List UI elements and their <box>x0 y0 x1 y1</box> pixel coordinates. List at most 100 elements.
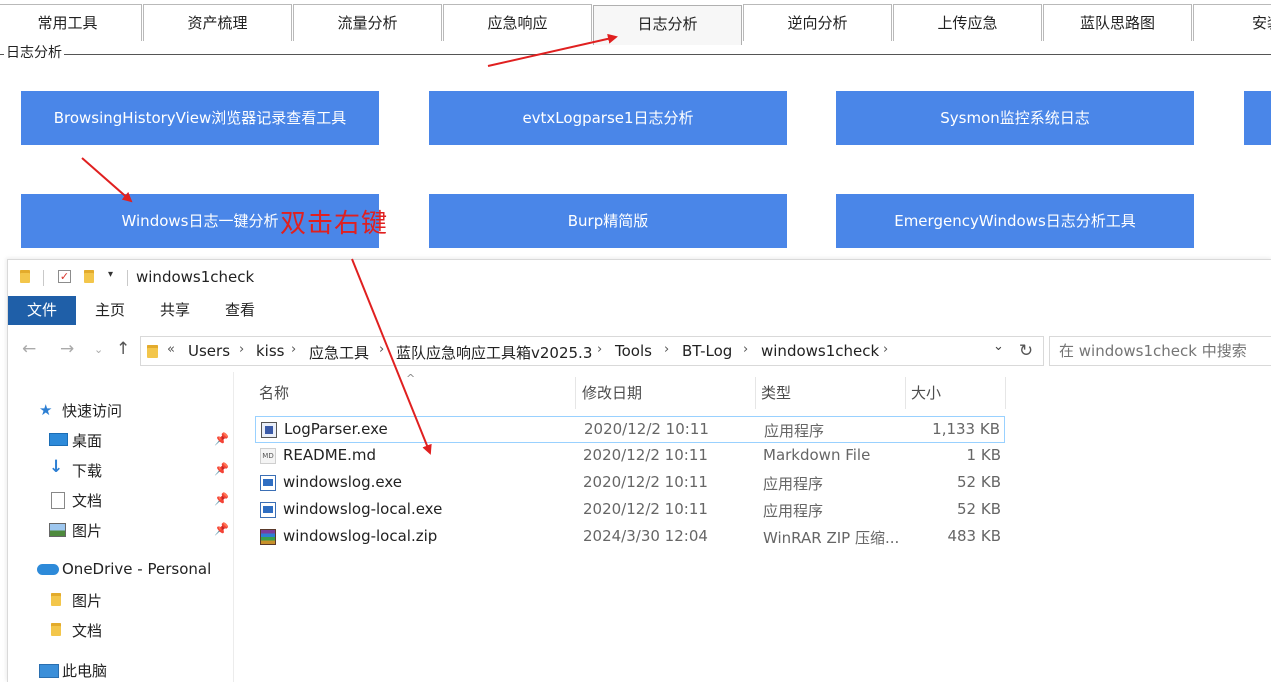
window-title: windows1check <box>136 268 255 286</box>
exe-icon <box>260 475 276 491</box>
address-dropdown-icon[interactable]: ⌄ <box>993 339 1004 354</box>
ribbon-tab-view[interactable]: 查看 <box>222 296 258 325</box>
pin-icon[interactable]: 📌 <box>214 522 229 536</box>
column-header-size[interactable]: 大小 <box>907 377 1006 409</box>
file-size: 483 KB <box>947 527 1001 545</box>
back-arrow-icon[interactable]: ← <box>22 339 36 359</box>
tab-upload-emergency[interactable]: 上传应急 <box>893 4 1042 41</box>
folder-icon <box>51 593 61 606</box>
file-row[interactable]: LogParser.exe 2020/12/2 10:11 应用程序 1,133… <box>255 416 1005 443</box>
file-date: 2020/12/2 10:11 <box>584 420 709 438</box>
breadcrumb-toolbox[interactable]: 蓝队应急响应工具箱v2025.3 <box>396 342 592 363</box>
file-row[interactable]: windowslog-local.zip 2024/3/30 12:04 Win… <box>255 524 1005 551</box>
file-type: 应用程序 <box>763 502 824 520</box>
breadcrumb-users[interactable]: Users <box>188 342 230 360</box>
tab-reverse-analysis[interactable]: 逆向分析 <box>743 4 892 41</box>
computer-icon <box>39 664 59 678</box>
refresh-icon[interactable]: ↻ <box>1014 336 1038 366</box>
ribbon-tab-home[interactable]: 主页 <box>92 296 128 325</box>
tab-install[interactable]: 安装 <box>1193 4 1271 41</box>
nav-quick-access[interactable]: 快速访问 <box>62 400 122 421</box>
customize-quick-access-icon[interactable]: ▾ <box>108 269 113 280</box>
breadcrumb-kiss[interactable]: kiss <box>256 342 284 360</box>
browsinghistoryview-button[interactable]: BrowsingHistoryView浏览器记录查看工具 <box>21 91 379 145</box>
pictures-icon <box>49 523 66 537</box>
nav-onedrive[interactable]: OneDrive - Personal <box>62 560 211 578</box>
properties-icon[interactable]: ✓ <box>58 270 71 283</box>
file-type: 应用程序 <box>764 422 825 440</box>
breadcrumb-separator-icon[interactable]: › <box>291 342 296 357</box>
sysmon-button[interactable]: Sysmon监控系统日志 <box>836 91 1194 145</box>
tab-asset-inventory[interactable]: 资产梳理 <box>143 4 292 41</box>
file-size: 52 KB <box>957 500 1001 518</box>
tab-traffic-analysis[interactable]: 流量分析 <box>293 4 442 41</box>
tab-common-tools[interactable]: 常用工具 <box>0 4 142 41</box>
tool-button-clipped[interactable] <box>1244 91 1271 145</box>
file-type: Markdown File <box>763 446 871 464</box>
address-row: ← → ⌄ ↑ « Users › kiss › 应急工具 › 蓝队应急响应工具… <box>8 334 1271 368</box>
file-date: 2020/12/2 10:11 <box>583 473 708 491</box>
emergencywindows-button[interactable]: EmergencyWindows日志分析工具 <box>836 194 1194 248</box>
nav-documents[interactable]: 文档 <box>72 490 102 511</box>
overflow-chevron-icon[interactable]: « <box>167 342 175 357</box>
toolbar-separator <box>127 270 128 286</box>
breadcrumb-separator-icon[interactable]: › <box>379 342 384 357</box>
ribbon-tab-file[interactable]: 文件 <box>8 296 76 325</box>
breadcrumb-tools[interactable]: Tools <box>615 342 652 360</box>
column-header-name[interactable]: 名称 <box>255 377 576 409</box>
file-size: 1 KB <box>966 446 1001 464</box>
desktop-icon <box>49 433 68 446</box>
exe-icon <box>260 502 276 518</box>
breadcrumb-separator-icon[interactable]: › <box>597 342 602 357</box>
file-row[interactable]: MD README.md 2020/12/2 10:11 Markdown Fi… <box>255 443 1005 470</box>
folder-icon <box>20 270 30 283</box>
evtxlogparse-button[interactable]: evtxLogparse1日志分析 <box>429 91 787 145</box>
pin-icon[interactable]: 📌 <box>214 492 229 506</box>
address-bar[interactable]: « Users › kiss › 应急工具 › 蓝队应急响应工具箱v2025.3… <box>140 336 1044 366</box>
file-row[interactable]: windowslog.exe 2020/12/2 10:11 应用程序 52 K… <box>255 470 1005 497</box>
tool-tabbar: 常用工具 资产梳理 流量分析 应急响应 日志分析 逆向分析 上传应急 蓝队思路图… <box>0 4 1271 45</box>
new-folder-icon[interactable] <box>84 270 94 283</box>
breadcrumb-separator-icon[interactable]: › <box>664 342 669 357</box>
file-list: ^ 名称 修改日期 类型 大小 LogParser.exe 2020/12/2 … <box>234 372 1271 682</box>
file-explorer-window: ✓ ▾ windows1check 文件 主页 共享 查看 ← → ⌄ ↑ « … <box>7 259 1271 682</box>
burp-lite-button[interactable]: Burp精简版 <box>429 194 787 248</box>
nav-desktop[interactable]: 桌面 <box>72 430 102 451</box>
tab-emergency-response[interactable]: 应急响应 <box>443 4 592 41</box>
breadcrumb-separator-icon[interactable]: › <box>239 342 244 357</box>
search-input[interactable] <box>1049 336 1271 366</box>
file-name: windowslog.exe <box>283 473 402 491</box>
tab-log-analysis[interactable]: 日志分析 <box>593 5 742 45</box>
breadcrumb-emergency-tools[interactable]: 应急工具 <box>309 342 369 363</box>
navigation-pane: ★ 快速访问 桌面 📌 ↓ 下载 📌 文档 📌 图片 📌 OneDrive - … <box>8 372 234 682</box>
nav-this-pc[interactable]: 此电脑 <box>62 660 107 681</box>
breadcrumb-bt-log[interactable]: BT-Log <box>682 342 732 360</box>
ribbon-tab-share[interactable]: 共享 <box>157 296 193 325</box>
title-bar: ✓ ▾ windows1check <box>8 260 1271 296</box>
toolbar-separator <box>43 270 44 286</box>
forward-arrow-icon[interactable]: → <box>60 339 74 359</box>
ribbon-tabs: 文件 主页 共享 查看 <box>8 296 1271 325</box>
file-date: 2020/12/2 10:11 <box>583 446 708 464</box>
pin-icon[interactable]: 📌 <box>214 462 229 476</box>
nav-pictures[interactable]: 图片 <box>72 520 102 541</box>
pin-icon[interactable]: 📌 <box>214 432 229 446</box>
group-title: 日志分析 <box>4 45 64 62</box>
nav-downloads[interactable]: 下载 <box>72 460 102 481</box>
nav-onedrive-pictures[interactable]: 图片 <box>72 590 102 611</box>
column-header-type[interactable]: 类型 <box>757 377 906 409</box>
file-name: LogParser.exe <box>284 420 388 438</box>
nav-onedrive-documents[interactable]: 文档 <box>72 620 102 641</box>
breadcrumb-windows1check[interactable]: windows1check <box>761 342 879 360</box>
recent-locations-chevron-icon[interactable]: ⌄ <box>94 343 103 356</box>
column-header-date[interactable]: 修改日期 <box>578 377 756 409</box>
file-date: 2020/12/2 10:11 <box>583 500 708 518</box>
file-row[interactable]: windowslog-local.exe 2020/12/2 10:11 应用程… <box>255 497 1005 524</box>
file-date: 2024/3/30 12:04 <box>583 527 708 545</box>
group-divider <box>0 54 1271 55</box>
tab-blue-team-mindmap[interactable]: 蓝队思路图 <box>1043 4 1192 41</box>
up-arrow-icon[interactable]: ↑ <box>116 339 130 359</box>
breadcrumb-separator-icon[interactable]: › <box>883 342 888 357</box>
file-size: 52 KB <box>957 473 1001 491</box>
breadcrumb-separator-icon[interactable]: › <box>743 342 748 357</box>
